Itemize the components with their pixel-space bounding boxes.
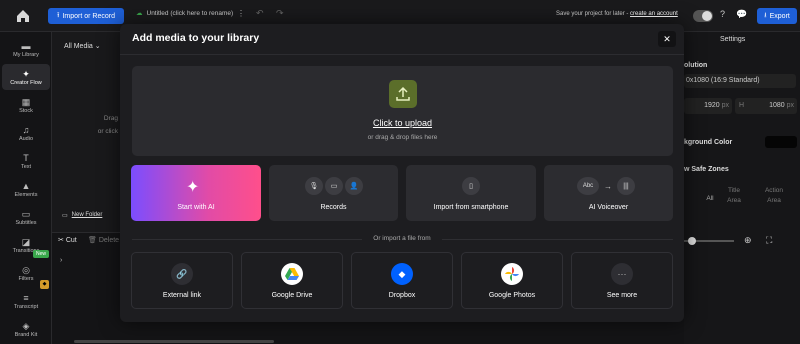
timeline-scrollbar[interactable]	[74, 340, 274, 343]
link-icon: 🔗	[171, 263, 193, 285]
library-drop-hint: Drag or click	[97, 115, 118, 135]
upload-icon: ⭱	[57, 11, 60, 19]
or-divider-right	[442, 239, 673, 240]
sidebar-item-stock[interactable]: ▦ Stock	[2, 92, 50, 118]
sidebar-item-brand-kit[interactable]: ◈ Brand Kit	[2, 316, 50, 342]
sparkle-icon: ✦	[22, 68, 30, 79]
cut-button[interactable]: ✂ Cut	[58, 236, 77, 244]
zoom-in-icon[interactable]: ⊕	[744, 235, 752, 246]
smartphone-icon-wrap: ▯	[462, 177, 480, 195]
sidebar-item-subtitles[interactable]: ▭ Subtitles	[2, 204, 50, 230]
dropbox-icon: ◆	[391, 263, 413, 285]
cloud-icon: ☁	[136, 10, 143, 17]
cc-icon: ▭	[21, 208, 31, 219]
timeline-expand-icon[interactable]: ›	[60, 257, 62, 264]
width-input[interactable]: 1920 px	[684, 98, 732, 114]
new-folder-button[interactable]: ▭ New Folder	[62, 212, 102, 219]
folder-icon: ▬	[21, 40, 31, 51]
delete-button[interactable]: 🗑 Delete	[88, 236, 119, 244]
home-icon[interactable]	[14, 7, 32, 25]
premium-icon: ◆	[40, 280, 49, 289]
smartphone-icon: ▯	[462, 177, 480, 195]
safe-zone-action-area[interactable]: Action Area	[760, 186, 788, 210]
fullscreen-icon[interactable]: ⛶	[766, 235, 772, 246]
sidebar: ▬ My Library ✦ Creator Flow ▦ Stock ♫ Au…	[0, 32, 52, 344]
add-media-modal: Add media to your library ✕ Click to upl…	[120, 24, 684, 322]
grid-icon: ▦	[21, 96, 31, 107]
safe-zone-title-area[interactable]: Title Area	[722, 186, 746, 210]
abc-text-icon: Abc	[577, 177, 599, 195]
arrow-right-icon: →	[604, 181, 612, 191]
import-from-smartphone-card[interactable]: ▯ Import from smartphone	[406, 165, 536, 221]
zoom-slider-handle[interactable]	[688, 237, 696, 245]
folder-plus-icon: ▭	[62, 213, 68, 219]
voiceover-icons: Abc → |||	[577, 177, 635, 195]
download-icon: ⭳	[764, 11, 767, 19]
safe-zone-all[interactable]: All	[700, 186, 720, 210]
shapes-icon: ▲	[21, 180, 31, 191]
see-more-card[interactable]: ··· See more	[571, 252, 673, 309]
music-icon: ♫	[22, 124, 30, 135]
height-input[interactable]: H 1080 px	[735, 98, 797, 114]
media-filter-dropdown[interactable]: All Media ⌄	[64, 42, 101, 50]
transcript-icon: ≡	[23, 292, 29, 303]
import-or-record-button[interactable]: ⭱ Import or Record	[48, 8, 124, 24]
upload-dropzone[interactable]: Click to upload or drag & drop files her…	[132, 66, 673, 156]
filter-icon: ◎	[22, 264, 30, 275]
records-icons: 🎙 ▭ 👤	[305, 177, 363, 195]
project-title[interactable]: ☁ Untitled (click here to rename)	[136, 9, 233, 18]
sidebar-item-audio[interactable]: ♫ Audio	[2, 120, 50, 146]
more-options-icon[interactable]: ⋮	[237, 9, 245, 18]
settings-title: Settings	[720, 36, 746, 43]
modal-divider	[120, 54, 684, 55]
trash-icon: 🗑	[88, 237, 97, 244]
sidebar-item-text[interactable]: T Text	[2, 148, 50, 174]
upload-icon	[389, 80, 417, 108]
drag-drop-hint: or drag & drop files here	[367, 134, 438, 141]
text-icon: T	[23, 152, 29, 163]
save-prompt: Save your project for later - create an …	[556, 11, 678, 17]
ellipsis-icon: ···	[611, 263, 633, 285]
resolution-select[interactable]: 0x1080 (16:9 Standard)	[684, 74, 796, 88]
new-badge: New	[33, 250, 50, 258]
sidebar-item-elements[interactable]: ▲ Elements	[2, 176, 50, 202]
google-photos-icon	[501, 263, 523, 285]
google-drive-card[interactable]: Google Drive	[241, 252, 343, 309]
click-to-upload-link[interactable]: Click to upload	[132, 118, 673, 128]
screen-icon: ▭	[325, 177, 343, 195]
chat-icon[interactable]: 💬	[736, 9, 747, 20]
start-with-ai-card[interactable]: ✦ Start with AI	[131, 165, 261, 221]
camera-person-icon: 👤	[345, 177, 363, 195]
undo-icon[interactable]: ↶	[256, 8, 264, 19]
theme-toggle[interactable]	[693, 10, 713, 22]
sparkle-icon: ✦	[186, 179, 200, 196]
create-account-link[interactable]: create an account	[630, 11, 678, 17]
zoom-slider[interactable]	[684, 237, 734, 245]
sidebar-item-my-library[interactable]: ▬ My Library	[2, 36, 50, 62]
external-link-card[interactable]: 🔗 External link	[131, 252, 233, 309]
sidebar-item-creator-flow[interactable]: ✦ Creator Flow	[2, 64, 50, 90]
brand-icon: ◈	[22, 320, 30, 331]
waveform-icon: |||	[617, 177, 635, 195]
google-photos-card[interactable]: Google Photos	[461, 252, 563, 309]
close-icon[interactable]: ✕	[658, 31, 676, 47]
chevron-down-icon: ⌄	[94, 43, 101, 50]
safe-zones-label: w Safe Zones	[684, 166, 729, 173]
transition-icon: ◪	[21, 236, 31, 247]
sidebar-item-transcript[interactable]: ≡ Transcript	[2, 288, 50, 314]
google-drive-icon	[281, 263, 303, 285]
redo-icon[interactable]: ↷	[276, 8, 284, 19]
export-button[interactable]: ⭳ Export	[757, 8, 797, 24]
ai-voiceover-card[interactable]: Abc → ||| AI Voiceover	[544, 165, 673, 221]
resolution-label: olution	[684, 62, 708, 69]
microphone-icon: 🎙	[305, 177, 323, 195]
help-icon[interactable]: ?	[720, 9, 725, 19]
dropbox-card[interactable]: ◆ Dropbox	[351, 252, 453, 309]
modal-title: Add media to your library	[132, 32, 260, 44]
background-color-label: kground Color	[684, 139, 733, 146]
scissors-icon: ✂	[58, 237, 64, 244]
background-color-swatch[interactable]	[765, 136, 797, 148]
records-card[interactable]: 🎙 ▭ 👤 Records	[269, 165, 398, 221]
